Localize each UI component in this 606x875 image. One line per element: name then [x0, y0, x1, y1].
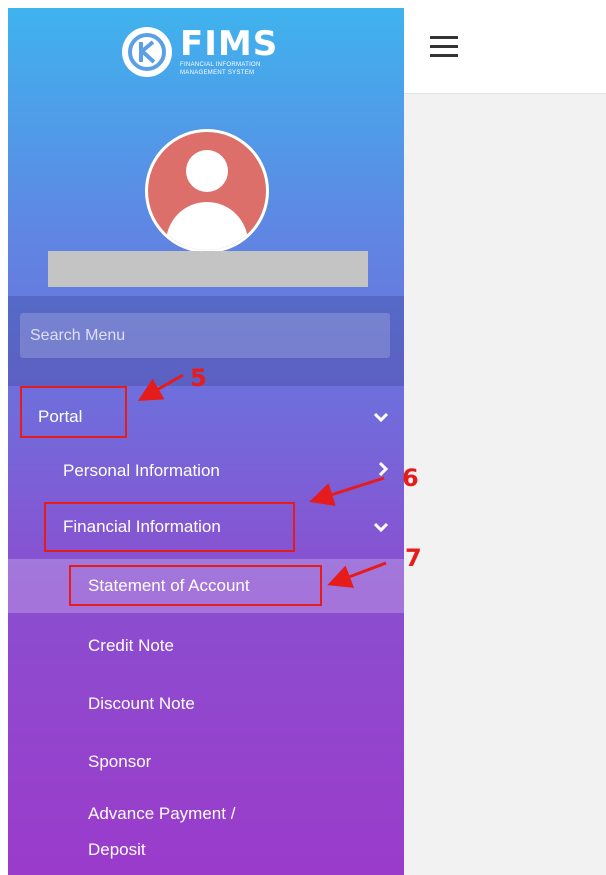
menu-item-label: Credit Note	[88, 636, 174, 655]
fims-logo-icon	[122, 27, 172, 77]
top-header	[404, 8, 606, 94]
logo-title: FIMS	[180, 24, 279, 64]
annotation-number-6: 6	[402, 464, 419, 492]
annotation-box-6	[44, 502, 295, 552]
hamburger-menu-icon[interactable]	[430, 36, 458, 58]
annotation-box-7	[69, 565, 322, 606]
annotation-number-7: 7	[405, 544, 422, 572]
chevron-right-icon	[378, 461, 389, 481]
menu-item-sponsor[interactable]: Sponsor	[8, 736, 404, 788]
menu-item-label: Personal Information	[63, 461, 220, 480]
menu-item-credit-note[interactable]: Credit Note	[8, 620, 404, 672]
menu-item-personal-information[interactable]: Personal Information	[8, 446, 404, 496]
menu-item-discount-note[interactable]: Discount Note	[8, 678, 404, 730]
annotation-box-5	[20, 386, 127, 438]
chevron-down-icon	[373, 407, 389, 427]
menu-item-label-line1: Advance Payment /	[88, 804, 236, 823]
chevron-down-icon	[373, 517, 389, 537]
user-avatar-icon[interactable]	[145, 129, 269, 253]
sidebar: FIMS FINANCIAL INFORMATION MANAGEMENT SY…	[8, 8, 404, 875]
menu-item-label: Discount Note	[88, 694, 195, 713]
logo-subtitle: FINANCIAL INFORMATION MANAGEMENT SYSTEM	[180, 62, 261, 76]
annotation-number-5: 5	[190, 364, 207, 392]
search-menu-input[interactable]	[20, 313, 390, 358]
user-name-redacted	[48, 251, 368, 287]
main-content	[404, 94, 606, 875]
menu-item-advance-payment-deposit[interactable]: Advance Payment / Deposit	[8, 798, 404, 875]
menu-item-label: Sponsor	[88, 752, 152, 771]
app-logo[interactable]: FIMS FINANCIAL INFORMATION MANAGEMENT SY…	[8, 8, 404, 96]
menu-item-label-line2: Deposit	[88, 840, 146, 859]
